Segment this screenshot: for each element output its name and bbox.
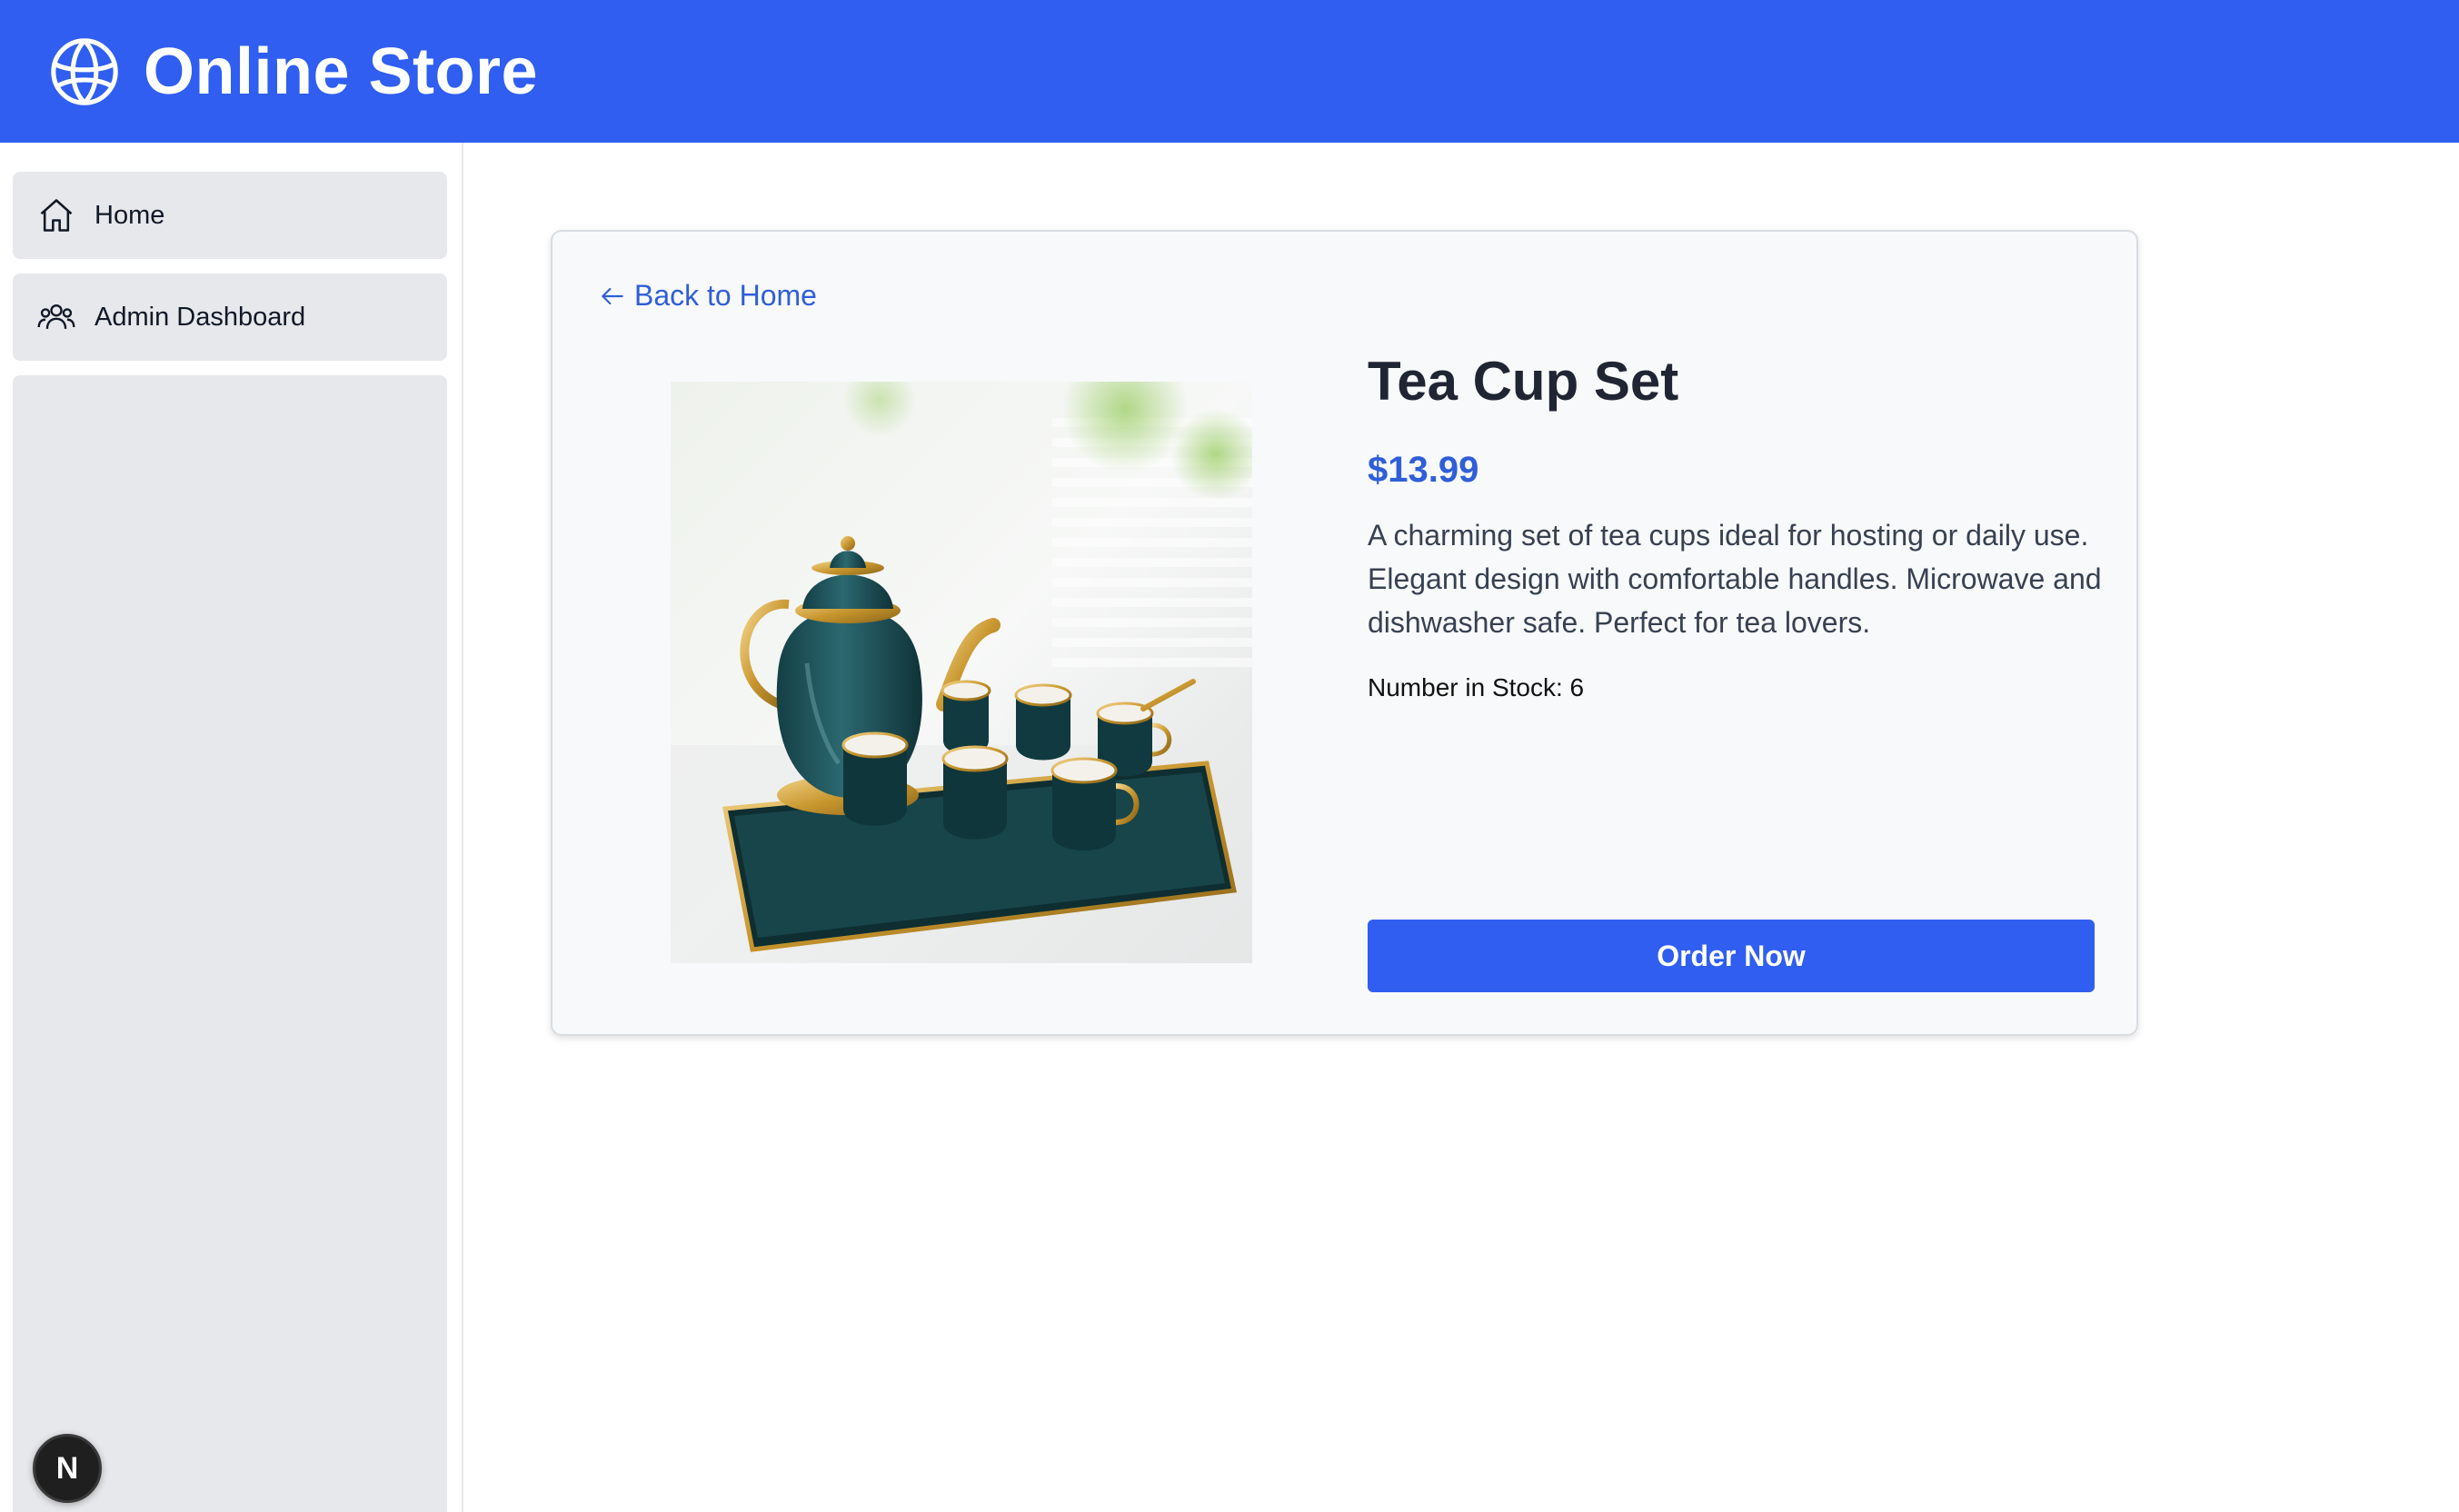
product-price: $13.99 <box>1368 450 1479 490</box>
sidebar-item-label: Admin Dashboard <box>95 302 306 332</box>
arrow-left-icon <box>598 282 627 311</box>
top-header: Online Store <box>0 0 2459 143</box>
users-icon <box>36 297 76 337</box>
sidebar-item-admin-dashboard[interactable]: Admin Dashboard <box>13 274 447 361</box>
product-image <box>671 382 1252 963</box>
order-now-button[interactable]: Order Now <box>1368 920 2095 992</box>
product-title: Tea Cup Set <box>1368 351 1679 412</box>
sidebar-item-label: Home <box>95 200 165 230</box>
product-description: A charming set of tea cups ideal for hos… <box>1368 519 2102 639</box>
back-link-label: Back to Home <box>634 279 817 312</box>
app-title: Online Store <box>144 35 539 108</box>
dev-tools-badge[interactable]: N <box>33 1434 102 1503</box>
sidebar-panel <box>13 375 447 1512</box>
stock-count: Number in Stock: 6 <box>1368 673 1585 701</box>
back-to-home-link[interactable]: Back to Home <box>598 279 817 313</box>
sidebar: Home Admin Dashboard <box>0 143 463 1512</box>
home-icon <box>36 195 76 235</box>
globe-icon <box>47 35 122 109</box>
sidebar-item-home[interactable]: Home <box>13 172 447 259</box>
tea-set-illustration <box>671 382 1252 963</box>
product-card: Back to Home Tea Cup Set $13.99 A charmi… <box>551 230 2138 1036</box>
